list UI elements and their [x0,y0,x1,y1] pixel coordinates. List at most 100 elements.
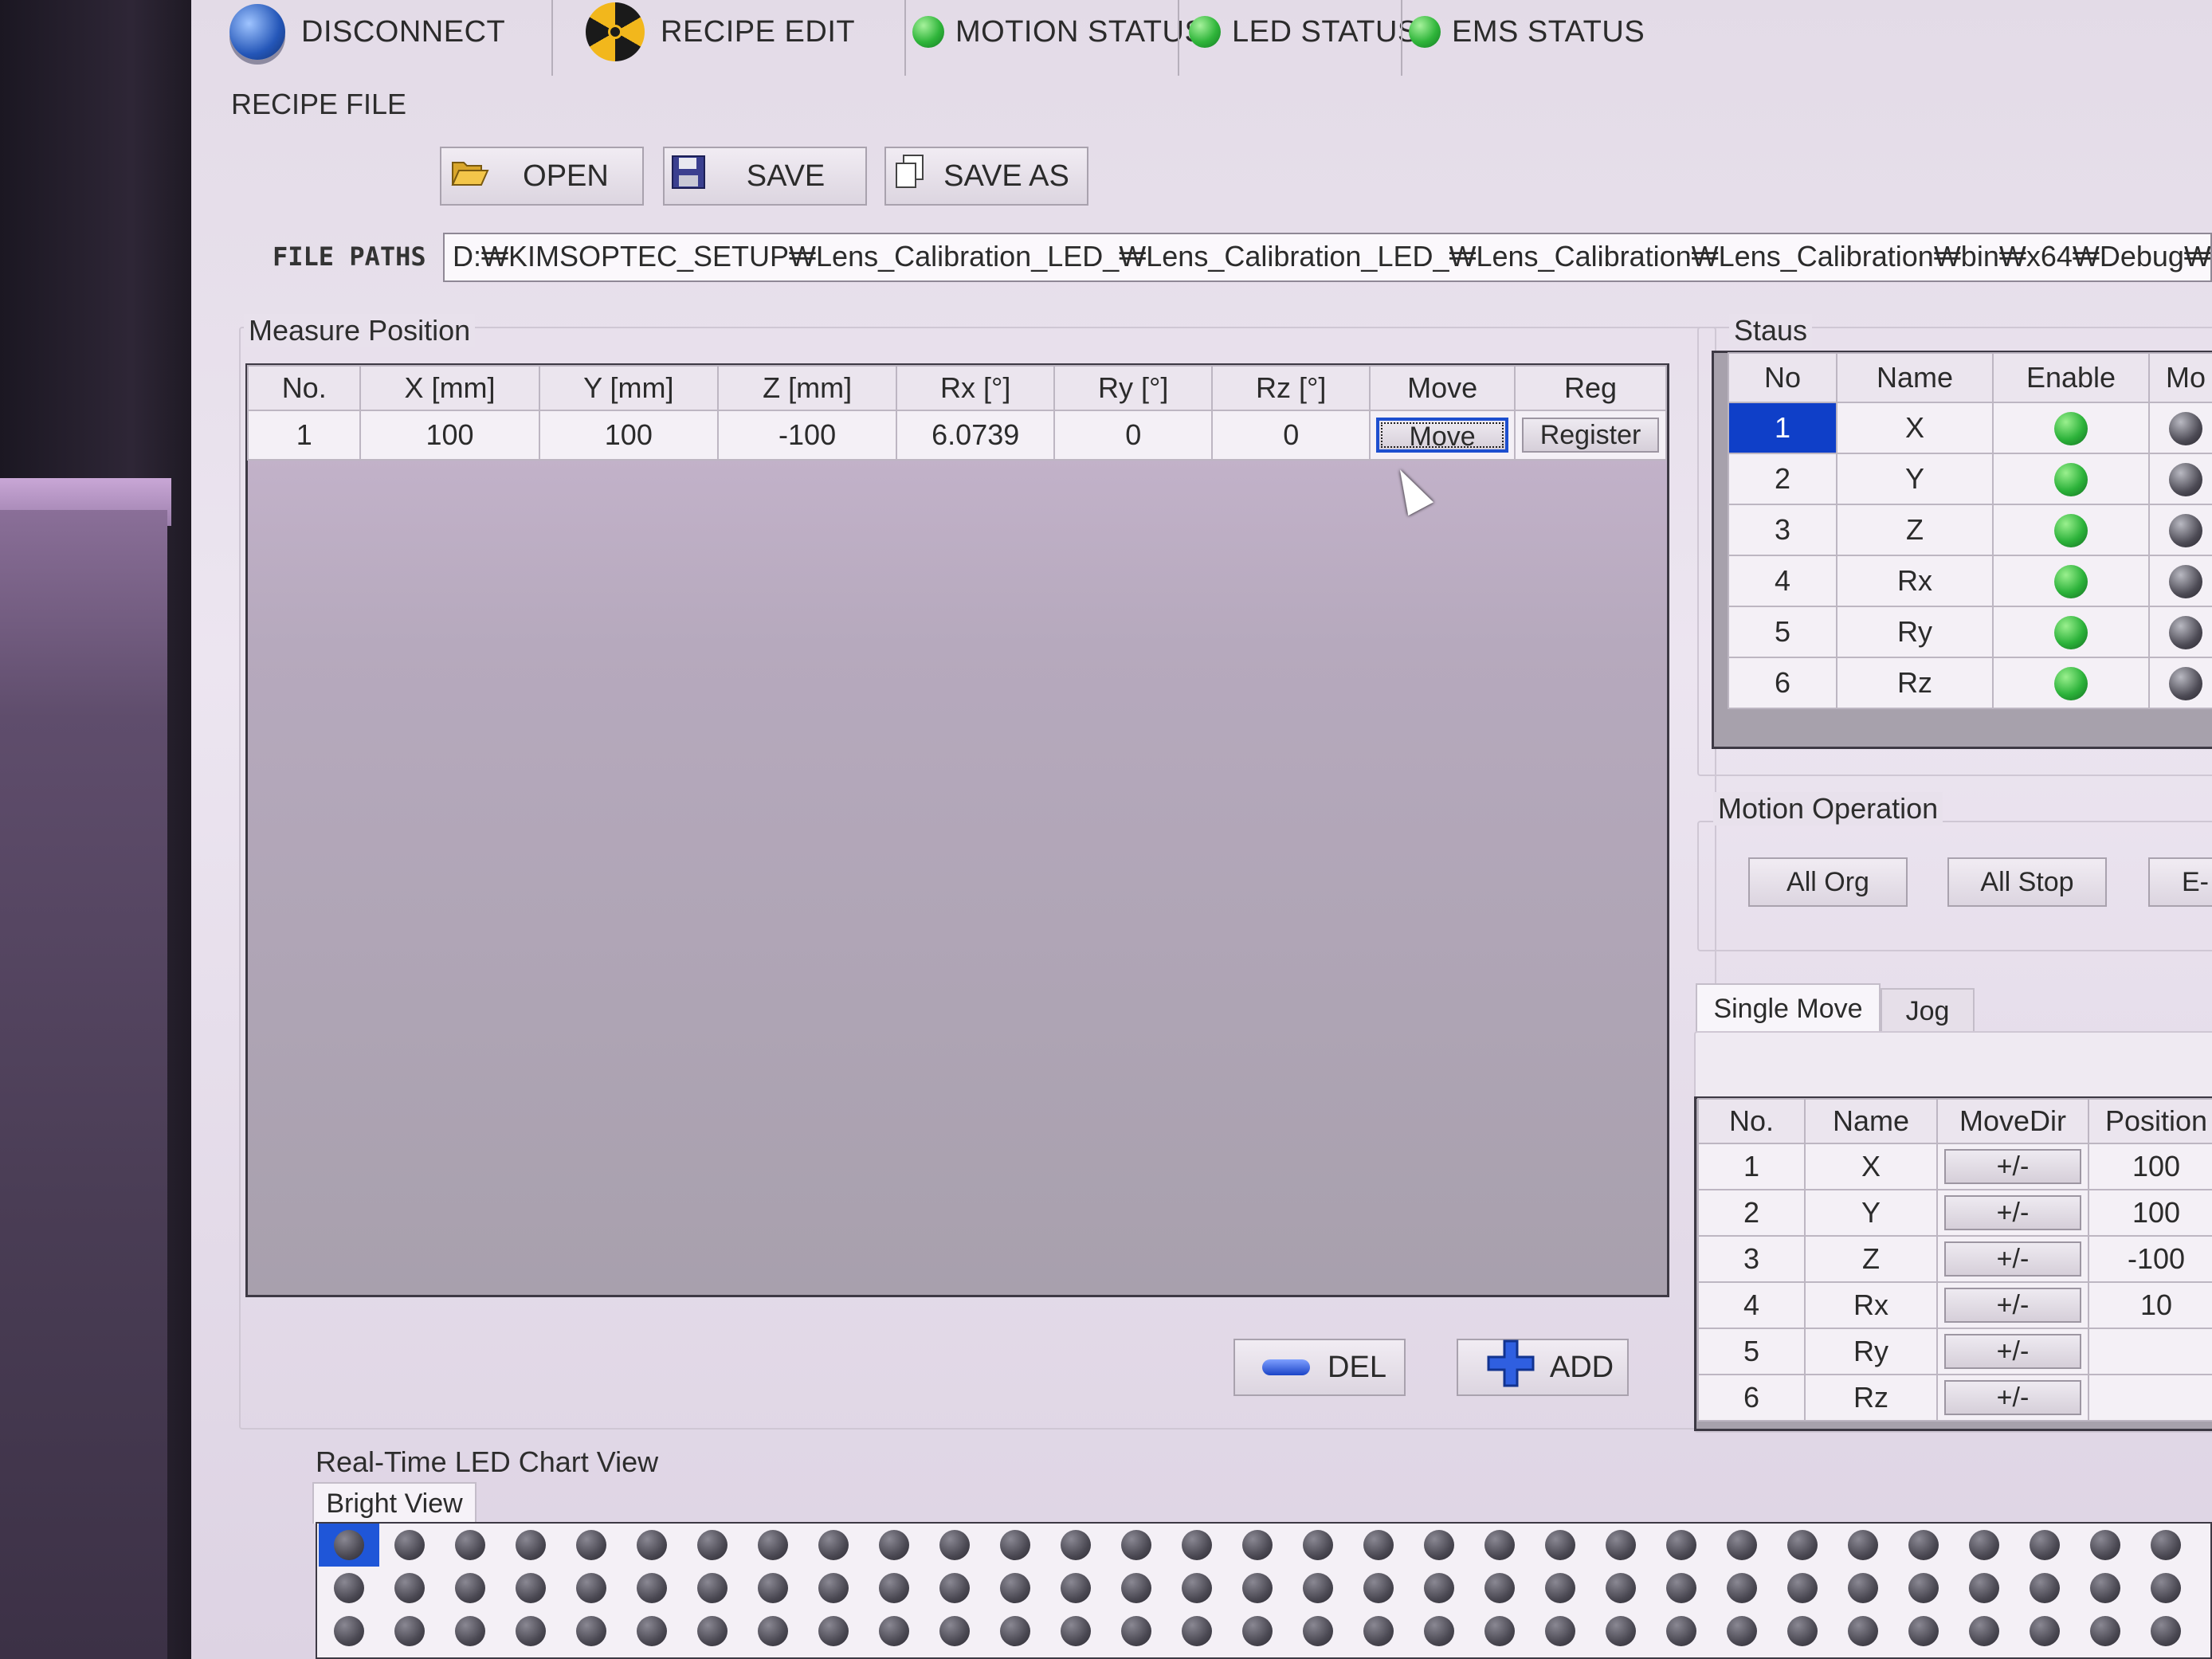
cell-no[interactable]: 2 [1728,453,1837,505]
led-cell[interactable] [2014,1567,2075,1610]
led-cell[interactable] [743,1524,803,1567]
led-cell[interactable] [1712,1567,1772,1610]
led-cell[interactable] [1712,1524,1772,1567]
led-cell[interactable] [561,1610,622,1653]
table-row[interactable]: 1 100 100 -100 6.0739 0 0 Move Register [246,410,1667,461]
cell-z[interactable]: -100 [716,410,898,461]
led-cell[interactable] [1833,1567,1893,1610]
led-cell[interactable] [2014,1524,2075,1567]
cell-no[interactable]: 1 [1697,1143,1806,1190]
led-cell[interactable] [1954,1524,2014,1567]
led-cell[interactable] [561,1524,622,1567]
cell-name[interactable]: Rz [1836,657,1994,709]
table-row[interactable]: 4 Rx +/- 10 [1697,1281,2212,1329]
move-direction-button[interactable]: +/- [1943,1195,2082,1230]
table-row[interactable]: 1X [1728,402,2212,454]
cell-name[interactable]: Rx [1836,555,1994,607]
table-row[interactable]: 6 Rz +/- [1697,1374,2212,1422]
cell-no[interactable]: 6 [1728,657,1837,709]
led-cell[interactable] [1590,1524,1651,1567]
led-cell[interactable] [985,1610,1045,1653]
move-button[interactable]: Move [1376,418,1508,453]
cell-position[interactable] [2088,1374,2212,1422]
tab-bright-view[interactable]: Bright View [312,1482,477,1524]
led-cell[interactable] [1772,1524,1833,1567]
cell-no[interactable]: 1 [246,410,362,461]
open-button[interactable]: OPEN [440,147,644,206]
led-cell[interactable] [1288,1610,1348,1653]
table-row[interactable]: 5 Ry +/- [1697,1328,2212,1375]
table-row[interactable]: 3Z [1728,504,2212,556]
led-cell[interactable] [1106,1610,1167,1653]
led-cell[interactable] [1954,1610,2014,1653]
led-cell[interactable] [2075,1567,2136,1610]
disconnect-button[interactable]: DISCONNECT [229,0,505,64]
cell-position[interactable] [2088,1328,2212,1375]
led-cell[interactable] [1167,1610,1227,1653]
led-cell[interactable] [924,1524,985,1567]
cell-position[interactable]: 10 [2088,1281,2212,1329]
cell-no[interactable]: 3 [1697,1235,1806,1283]
cell-name[interactable]: Rx [1804,1281,1938,1329]
ems-status-indicator[interactable]: EMS STATUS [1409,0,1645,64]
led-cell[interactable] [319,1524,379,1567]
cell-position[interactable]: -100 [2088,1235,2212,1283]
led-cell[interactable] [1167,1567,1227,1610]
move-direction-button[interactable]: +/- [1943,1241,2082,1277]
cell-ry[interactable]: 0 [1053,410,1214,461]
led-cell[interactable] [1288,1524,1348,1567]
led-cell[interactable] [1893,1567,1954,1610]
all-stop-button[interactable]: All Stop [1947,857,2107,907]
led-cell[interactable] [1227,1567,1288,1610]
led-cell[interactable] [1530,1610,1590,1653]
cell-name[interactable]: Y [1804,1189,1938,1237]
cell-no[interactable]: 2 [1697,1189,1806,1237]
table-row[interactable]: 4 Rx [1728,555,2212,607]
led-cell[interactable] [1530,1567,1590,1610]
led-cell[interactable] [1530,1524,1590,1567]
led-cell[interactable] [1469,1610,1530,1653]
led-cell[interactable] [1833,1524,1893,1567]
file-path-field[interactable]: D:₩KIMSOPTEC_SETUP₩Lens_Calibration_LED_… [443,233,2212,282]
led-cell[interactable] [500,1524,561,1567]
move-direction-button[interactable]: +/- [1943,1380,2082,1415]
led-cell[interactable] [319,1567,379,1610]
led-cell[interactable] [622,1567,682,1610]
recipe-edit-button[interactable]: RECIPE EDIT [586,0,855,64]
table-row[interactable]: 6 Rz [1728,657,2212,709]
led-cell[interactable] [682,1567,743,1610]
led-cell[interactable] [864,1610,924,1653]
tab-single-move[interactable]: Single Move [1696,983,1881,1033]
led-cell[interactable] [1045,1524,1106,1567]
led-cell[interactable] [2136,1610,2196,1653]
led-cell[interactable] [682,1610,743,1653]
led-cell[interactable] [924,1610,985,1653]
led-cell[interactable] [440,1567,500,1610]
led-cell[interactable] [1106,1567,1167,1610]
led-cell[interactable] [2136,1524,2196,1567]
led-cell[interactable] [561,1567,622,1610]
table-row[interactable]: 2 Y +/- 100 [1697,1189,2212,1237]
led-cell[interactable] [2136,1567,2196,1610]
cell-no[interactable]: 1 [1728,402,1837,454]
cell-no[interactable]: 6 [1697,1374,1806,1422]
led-cell[interactable] [1348,1610,1409,1653]
led-cell[interactable] [1833,1610,1893,1653]
led-cell[interactable] [1409,1567,1469,1610]
e-stop-button[interactable]: E- [2148,857,2212,907]
led-cell[interactable] [379,1567,440,1610]
led-cell[interactable] [2014,1610,2075,1653]
cell-no[interactable]: 5 [1728,606,1837,658]
led-cell[interactable] [1893,1610,1954,1653]
led-cell[interactable] [1348,1567,1409,1610]
led-cell[interactable] [1712,1610,1772,1653]
led-cell[interactable] [1227,1524,1288,1567]
led-cell[interactable] [743,1567,803,1610]
cell-name[interactable]: Z [1836,504,1994,556]
led-cell[interactable] [985,1567,1045,1610]
led-cell[interactable] [1651,1567,1712,1610]
cell-name[interactable]: Ry [1836,606,1994,658]
led-cell[interactable] [622,1610,682,1653]
led-cell[interactable] [319,1610,379,1653]
led-cell[interactable] [2075,1524,2136,1567]
